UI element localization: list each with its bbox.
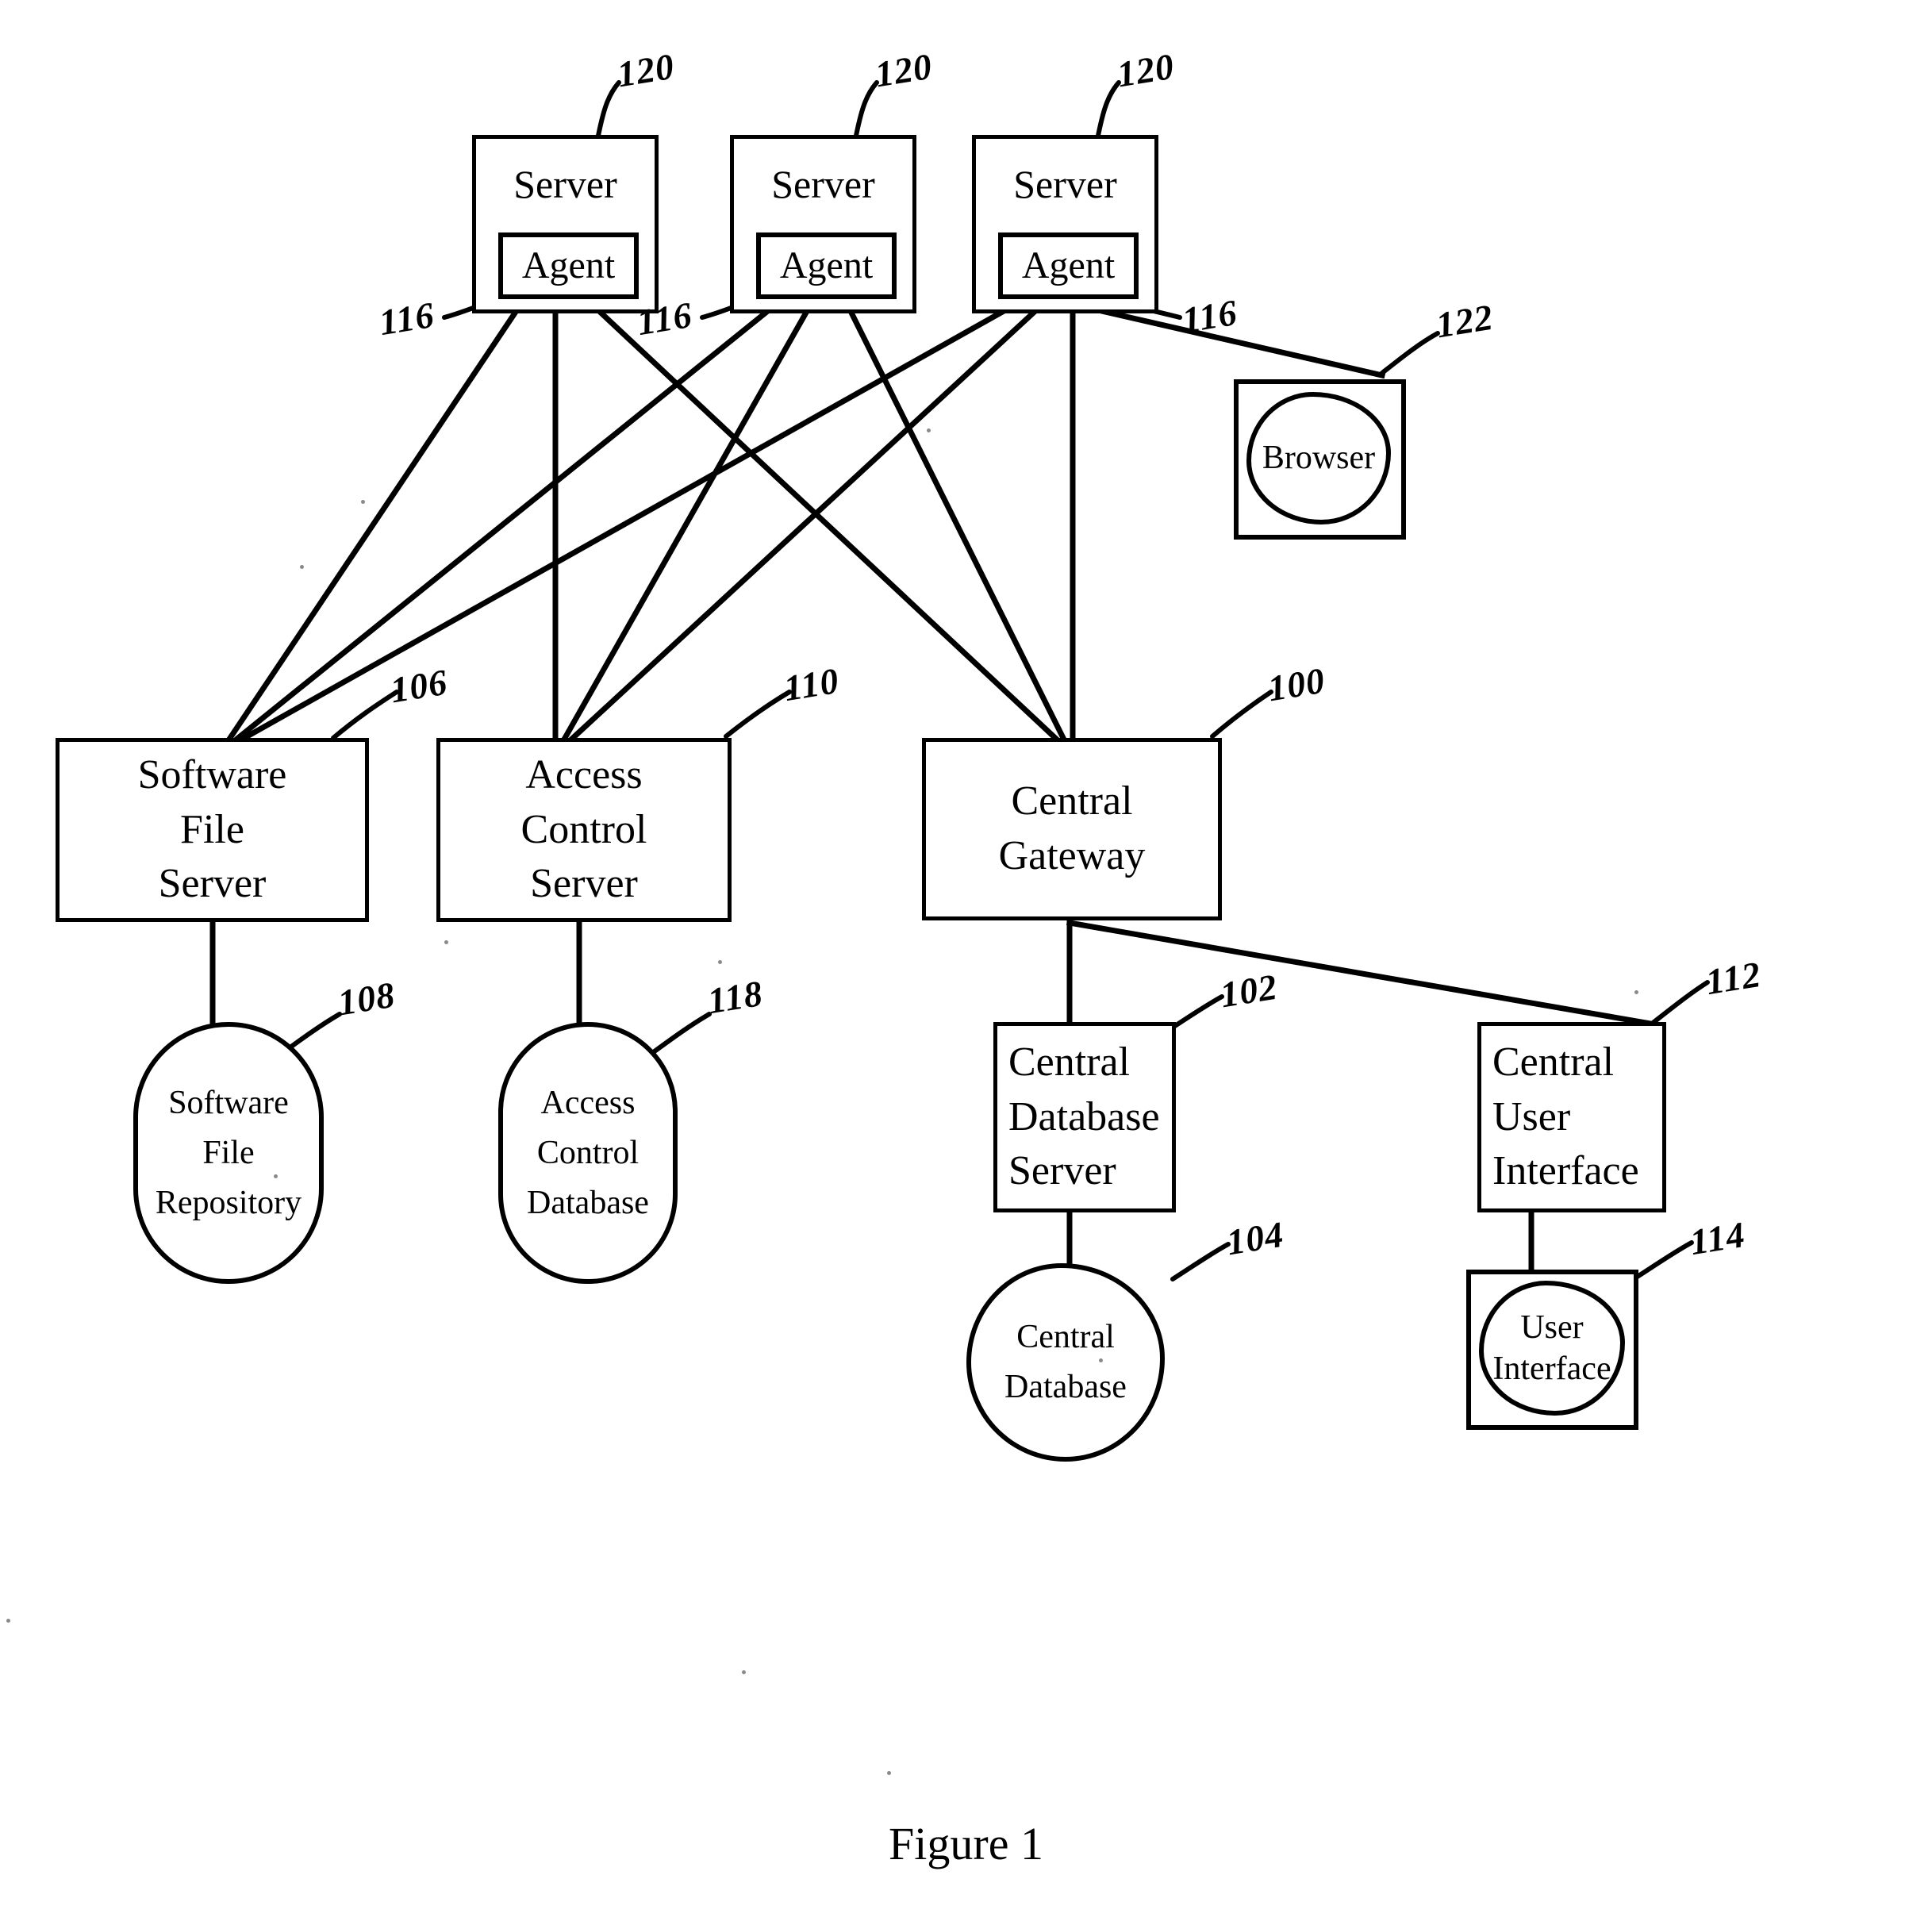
agent-label-3: Agent [1021, 244, 1116, 286]
software-file-repository-line-2: File [202, 1134, 255, 1171]
ref-116-agent-3: 116 [1179, 291, 1241, 341]
agent-label-2: Agent [779, 244, 874, 286]
leader-cg-100 [1210, 690, 1273, 739]
access-control-server-line-1: Access [525, 752, 643, 798]
figure-canvas: Server Agent 120 116 Server Agent 120 11… [0, 0, 1932, 1925]
central-database-line-1: Central [1016, 1319, 1115, 1355]
wire-agent3-software-file-server [240, 296, 1027, 742]
scan-speck [927, 428, 931, 432]
central-database-server-line-1: Central [1008, 1039, 1131, 1085]
central-gateway-box[interactable]: Central Gateway [922, 738, 1222, 920]
scan-speck [274, 1174, 278, 1178]
ref-100-central-gateway: 100 [1265, 659, 1328, 709]
software-file-server-line-2: File [180, 806, 244, 852]
user-interface-screen-inner: User Interface [1479, 1281, 1625, 1416]
wire-central-gateway-central-user-interface [1066, 919, 1654, 1028]
central-user-interface-box[interactable]: Central User Interface [1477, 1022, 1666, 1212]
connector-lines [209, 80, 1710, 1281]
server-box-1[interactable]: Server Agent [472, 135, 659, 313]
user-interface-line-2: Interface [1492, 1351, 1611, 1387]
user-interface-line-1: User [1520, 1308, 1584, 1346]
scan-speck [1099, 1358, 1103, 1362]
leader-server1-120 [595, 80, 621, 142]
agent-box-2[interactable]: Agent [756, 232, 897, 299]
server-label-3: Server [1013, 162, 1117, 206]
scan-speck [718, 960, 722, 964]
access-control-database-shape[interactable]: Access Control Database [498, 1022, 678, 1284]
central-user-interface-line-3: Interface [1492, 1148, 1639, 1194]
server-label-2: Server [771, 162, 875, 206]
scan-speck [887, 1771, 891, 1775]
scan-speck [1634, 990, 1638, 994]
scan-speck [300, 565, 304, 569]
server-box-2[interactable]: Server Agent [730, 135, 916, 313]
ref-120-server-1: 120 [614, 45, 678, 95]
ref-110-access-control-server: 110 [781, 659, 843, 709]
scan-speck [361, 500, 365, 504]
ref-118-access-control-database: 118 [705, 972, 766, 1022]
scan-speck [444, 940, 448, 944]
access-control-server-line-2: Control [520, 806, 647, 852]
software-file-server-line-1: Software [137, 752, 287, 798]
browser-screen-inner: Browser [1246, 392, 1391, 524]
ref-106-software-file-server: 106 [387, 661, 451, 711]
access-control-database-line-1: Access [540, 1084, 636, 1121]
leader-browser-122 [1380, 331, 1440, 375]
access-control-server-line-3: Server [530, 861, 638, 907]
central-user-interface-line-1: Central [1492, 1039, 1615, 1085]
leader-acs-110 [724, 690, 792, 739]
leader-server3-120 [1095, 80, 1121, 142]
ref-116-agent-1: 116 [376, 294, 438, 344]
wire-agent2-software-file-server [234, 296, 785, 742]
agent-label-1: Agent [521, 244, 616, 286]
server-label-1: Server [513, 162, 617, 206]
wire-agent1-software-file-server [226, 296, 528, 742]
wire-agent2-central-gateway [841, 296, 1067, 742]
central-database-shape[interactable]: Central Database [966, 1263, 1165, 1462]
scan-speck [742, 1670, 746, 1674]
software-file-server-line-3: Server [158, 861, 267, 907]
central-database-server-box[interactable]: Central Database Server [993, 1022, 1176, 1212]
software-file-server-box[interactable]: Software File Server [56, 738, 369, 922]
central-database-server-line-3: Server [1008, 1148, 1116, 1194]
browser-screen[interactable]: Browser [1234, 379, 1406, 540]
ref-122-browser: 122 [1433, 296, 1496, 346]
central-database-server-line-2: Database [1008, 1093, 1160, 1139]
scan-speck [6, 1619, 10, 1623]
software-file-repository-shape[interactable]: Software File Repository [133, 1022, 324, 1284]
agent-box-3[interactable]: Agent [998, 232, 1139, 299]
figure-caption: Figure 1 [889, 1818, 1043, 1869]
ref-112-central-user-interface: 112 [1703, 953, 1765, 1003]
ref-114-user-interface: 114 [1687, 1213, 1749, 1263]
leader-cdb-104 [1170, 1242, 1231, 1281]
ref-104-central-database: 104 [1223, 1213, 1287, 1263]
browser-label: Browser [1262, 440, 1376, 477]
software-file-repository-line-1: Software [168, 1084, 289, 1121]
ref-120-server-2: 120 [872, 45, 935, 95]
wire-agent2-access-control-server [561, 296, 817, 742]
central-database-line-2: Database [1004, 1369, 1127, 1405]
ref-120-server-3: 120 [1114, 45, 1177, 95]
leader-sfs-106 [331, 690, 399, 740]
user-interface-screen[interactable]: User Interface [1466, 1270, 1638, 1430]
access-control-database-line-3: Database [527, 1184, 649, 1221]
server-box-3[interactable]: Server Agent [972, 135, 1158, 313]
agent-box-1[interactable]: Agent [498, 232, 639, 299]
leader-ui-114 [1634, 1240, 1694, 1280]
software-file-repository-line-3: Repository [155, 1184, 302, 1221]
central-user-interface-line-2: User [1492, 1093, 1571, 1139]
leader-server2-120 [853, 80, 879, 142]
central-gateway-line-1: Central [1011, 778, 1133, 824]
ref-108-software-file-repository: 108 [335, 974, 398, 1024]
ref-102-central-database-server: 102 [1217, 966, 1281, 1016]
access-control-server-box[interactable]: Access Control Server [436, 738, 732, 922]
leader-acd-118 [647, 1012, 712, 1058]
access-control-database-line-2: Control [536, 1134, 640, 1171]
ref-116-agent-2: 116 [634, 294, 696, 344]
leader-cui-112 [1650, 980, 1710, 1026]
central-gateway-line-2: Gateway [998, 833, 1146, 878]
